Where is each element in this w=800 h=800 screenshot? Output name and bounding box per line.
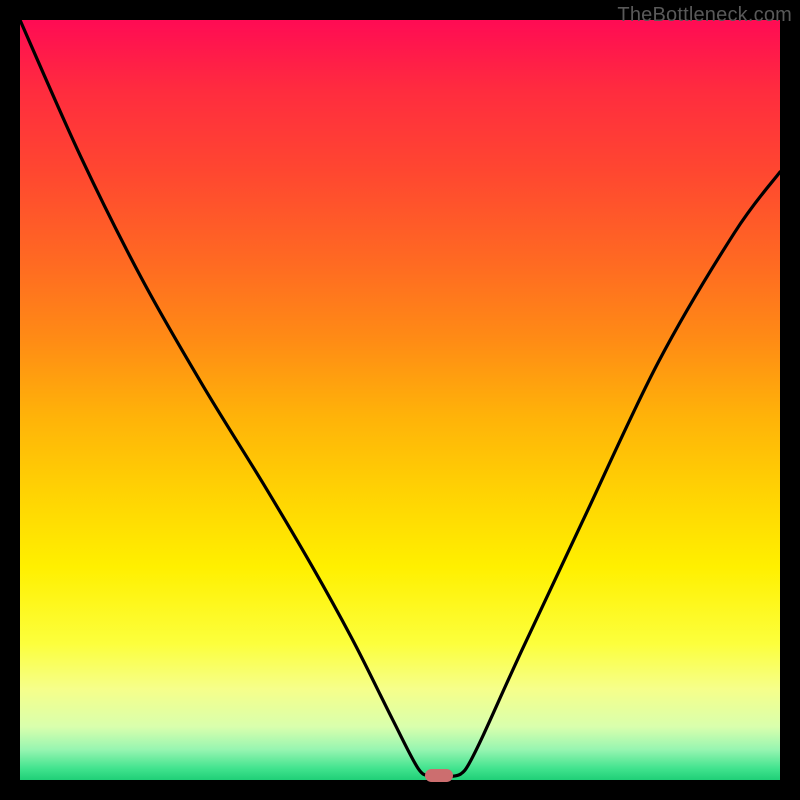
optimal-point-marker xyxy=(425,769,453,782)
bottleneck-curve xyxy=(20,20,780,780)
plot-area xyxy=(20,20,780,780)
watermark-text: TheBottleneck.com xyxy=(617,4,792,27)
chart-container: TheBottleneck.com xyxy=(0,0,800,800)
